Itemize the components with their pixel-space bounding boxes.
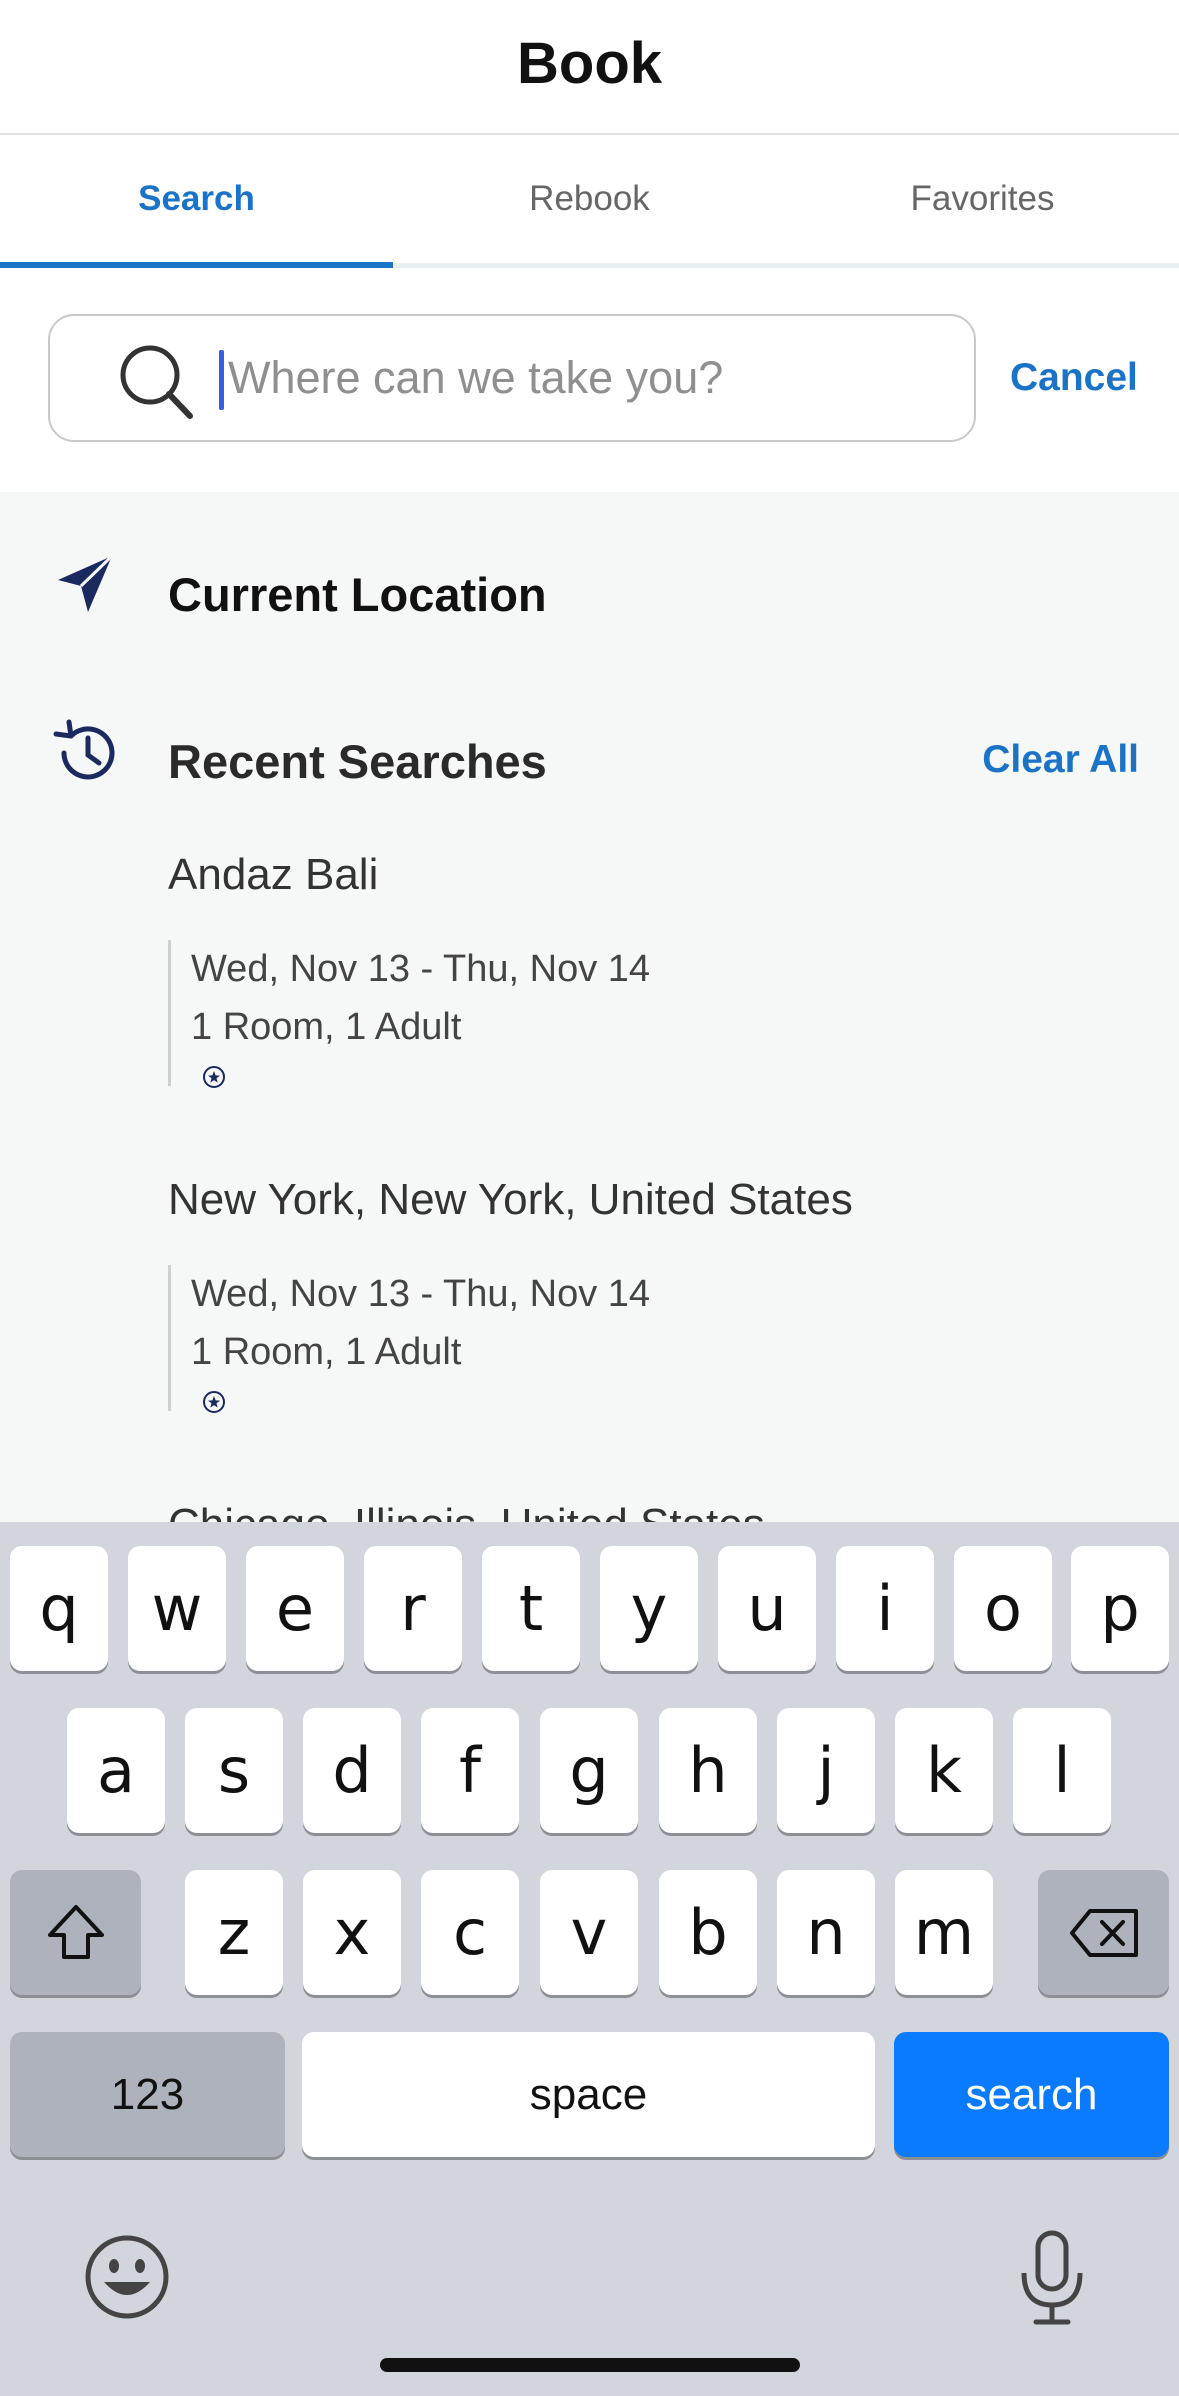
key-b[interactable]: b (659, 1870, 757, 1995)
tab-rebook[interactable]: Rebook (393, 135, 786, 263)
clear-all-button[interactable]: Clear All (982, 738, 1139, 782)
key-s[interactable]: s (185, 1708, 283, 1833)
current-location-label: Current Location (168, 568, 547, 621)
home-indicator (380, 2358, 800, 2372)
star-badge-icon (203, 1391, 225, 1413)
navigation-arrow-icon (58, 554, 114, 612)
tab-favorites[interactable]: Favorites (786, 135, 1179, 263)
emoji-icon[interactable] (82, 2232, 172, 2322)
recent-search-item[interactable]: New York, New York, United States Wed, N… (168, 1175, 1128, 1413)
search-icon (120, 345, 193, 419)
key-p[interactable]: p (1071, 1546, 1169, 1671)
recent-searches-title: Recent Searches (168, 735, 547, 788)
key-c[interactable]: c (421, 1870, 519, 1995)
star-badge-icon (203, 1066, 225, 1088)
key-n[interactable]: n (777, 1870, 875, 1995)
tab-bar: Search Rebook Favorites (0, 135, 1179, 268)
search-input[interactable] (228, 316, 948, 440)
key-o[interactable]: o (954, 1546, 1052, 1671)
recent-search-details: Wed, Nov 13 - Thu, Nov 14 1 Room, 1 Adul… (168, 1265, 1128, 1413)
recent-search-name: Andaz Bali (168, 850, 379, 899)
tab-search[interactable]: Search (0, 135, 393, 268)
on-screen-keyboard: q w e r t y u i o p a s d f g h j k l z … (0, 1522, 1179, 2396)
shift-icon (47, 1904, 104, 1959)
microphone-icon[interactable] (1012, 2227, 1092, 2327)
key-h[interactable]: h (659, 1708, 757, 1833)
search-suggestions: Current Location Recent Searches Clear A… (0, 492, 1179, 1522)
recent-search-details: Wed, Nov 13 - Thu, Nov 14 1 Room, 1 Adul… (168, 940, 1128, 1088)
search-row: Cancel (0, 268, 1179, 492)
key-x[interactable]: x (303, 1870, 401, 1995)
key-v[interactable]: v (540, 1870, 638, 1995)
page-title: Book (517, 31, 662, 96)
key-d[interactable]: d (303, 1708, 401, 1833)
key-r[interactable]: r (364, 1546, 462, 1671)
key-i[interactable]: i (836, 1546, 934, 1671)
key-j[interactable]: j (777, 1708, 875, 1833)
app-header: Book (0, 0, 1179, 135)
recent-search-dates: Wed, Nov 13 - Thu, Nov 14 (191, 948, 651, 990)
key-y[interactable]: y (600, 1546, 698, 1671)
recent-search-item[interactable]: Andaz Bali Wed, Nov 13 - Thu, Nov 14 1 R… (168, 850, 1128, 1088)
key-z[interactable]: z (185, 1870, 283, 1995)
key-t[interactable]: t (482, 1546, 580, 1671)
shift-key[interactable] (10, 1870, 141, 1995)
key-w[interactable]: w (128, 1546, 226, 1671)
recent-search-guests: 1 Room, 1 Adult (191, 1331, 462, 1373)
numbers-key[interactable]: 123 (10, 2032, 285, 2157)
key-l[interactable]: l (1013, 1708, 1111, 1833)
recent-search-name: New York, New York, United States (168, 1175, 853, 1224)
delete-key[interactable] (1038, 1870, 1169, 1995)
key-k[interactable]: k (895, 1708, 993, 1833)
key-u[interactable]: u (718, 1546, 816, 1671)
search-box[interactable] (48, 314, 976, 442)
search-key[interactable]: search (894, 2032, 1169, 2157)
space-key[interactable]: space (302, 2032, 875, 2157)
cancel-button[interactable]: Cancel (1010, 356, 1138, 400)
recent-search-guests: 1 Room, 1 Adult (191, 1006, 462, 1048)
key-e[interactable]: e (246, 1546, 344, 1671)
key-m[interactable]: m (895, 1870, 993, 1995)
text-caret (219, 350, 224, 410)
recent-search-name[interactable]: Chicago, Illinois, United States (168, 1500, 765, 1522)
key-q[interactable]: q (10, 1546, 108, 1671)
key-a[interactable]: a (67, 1708, 165, 1833)
key-f[interactable]: f (421, 1708, 519, 1833)
key-g[interactable]: g (540, 1708, 638, 1833)
history-icon (53, 719, 115, 780)
recent-search-dates: Wed, Nov 13 - Thu, Nov 14 (191, 1273, 651, 1315)
backspace-icon (1069, 1908, 1138, 1957)
